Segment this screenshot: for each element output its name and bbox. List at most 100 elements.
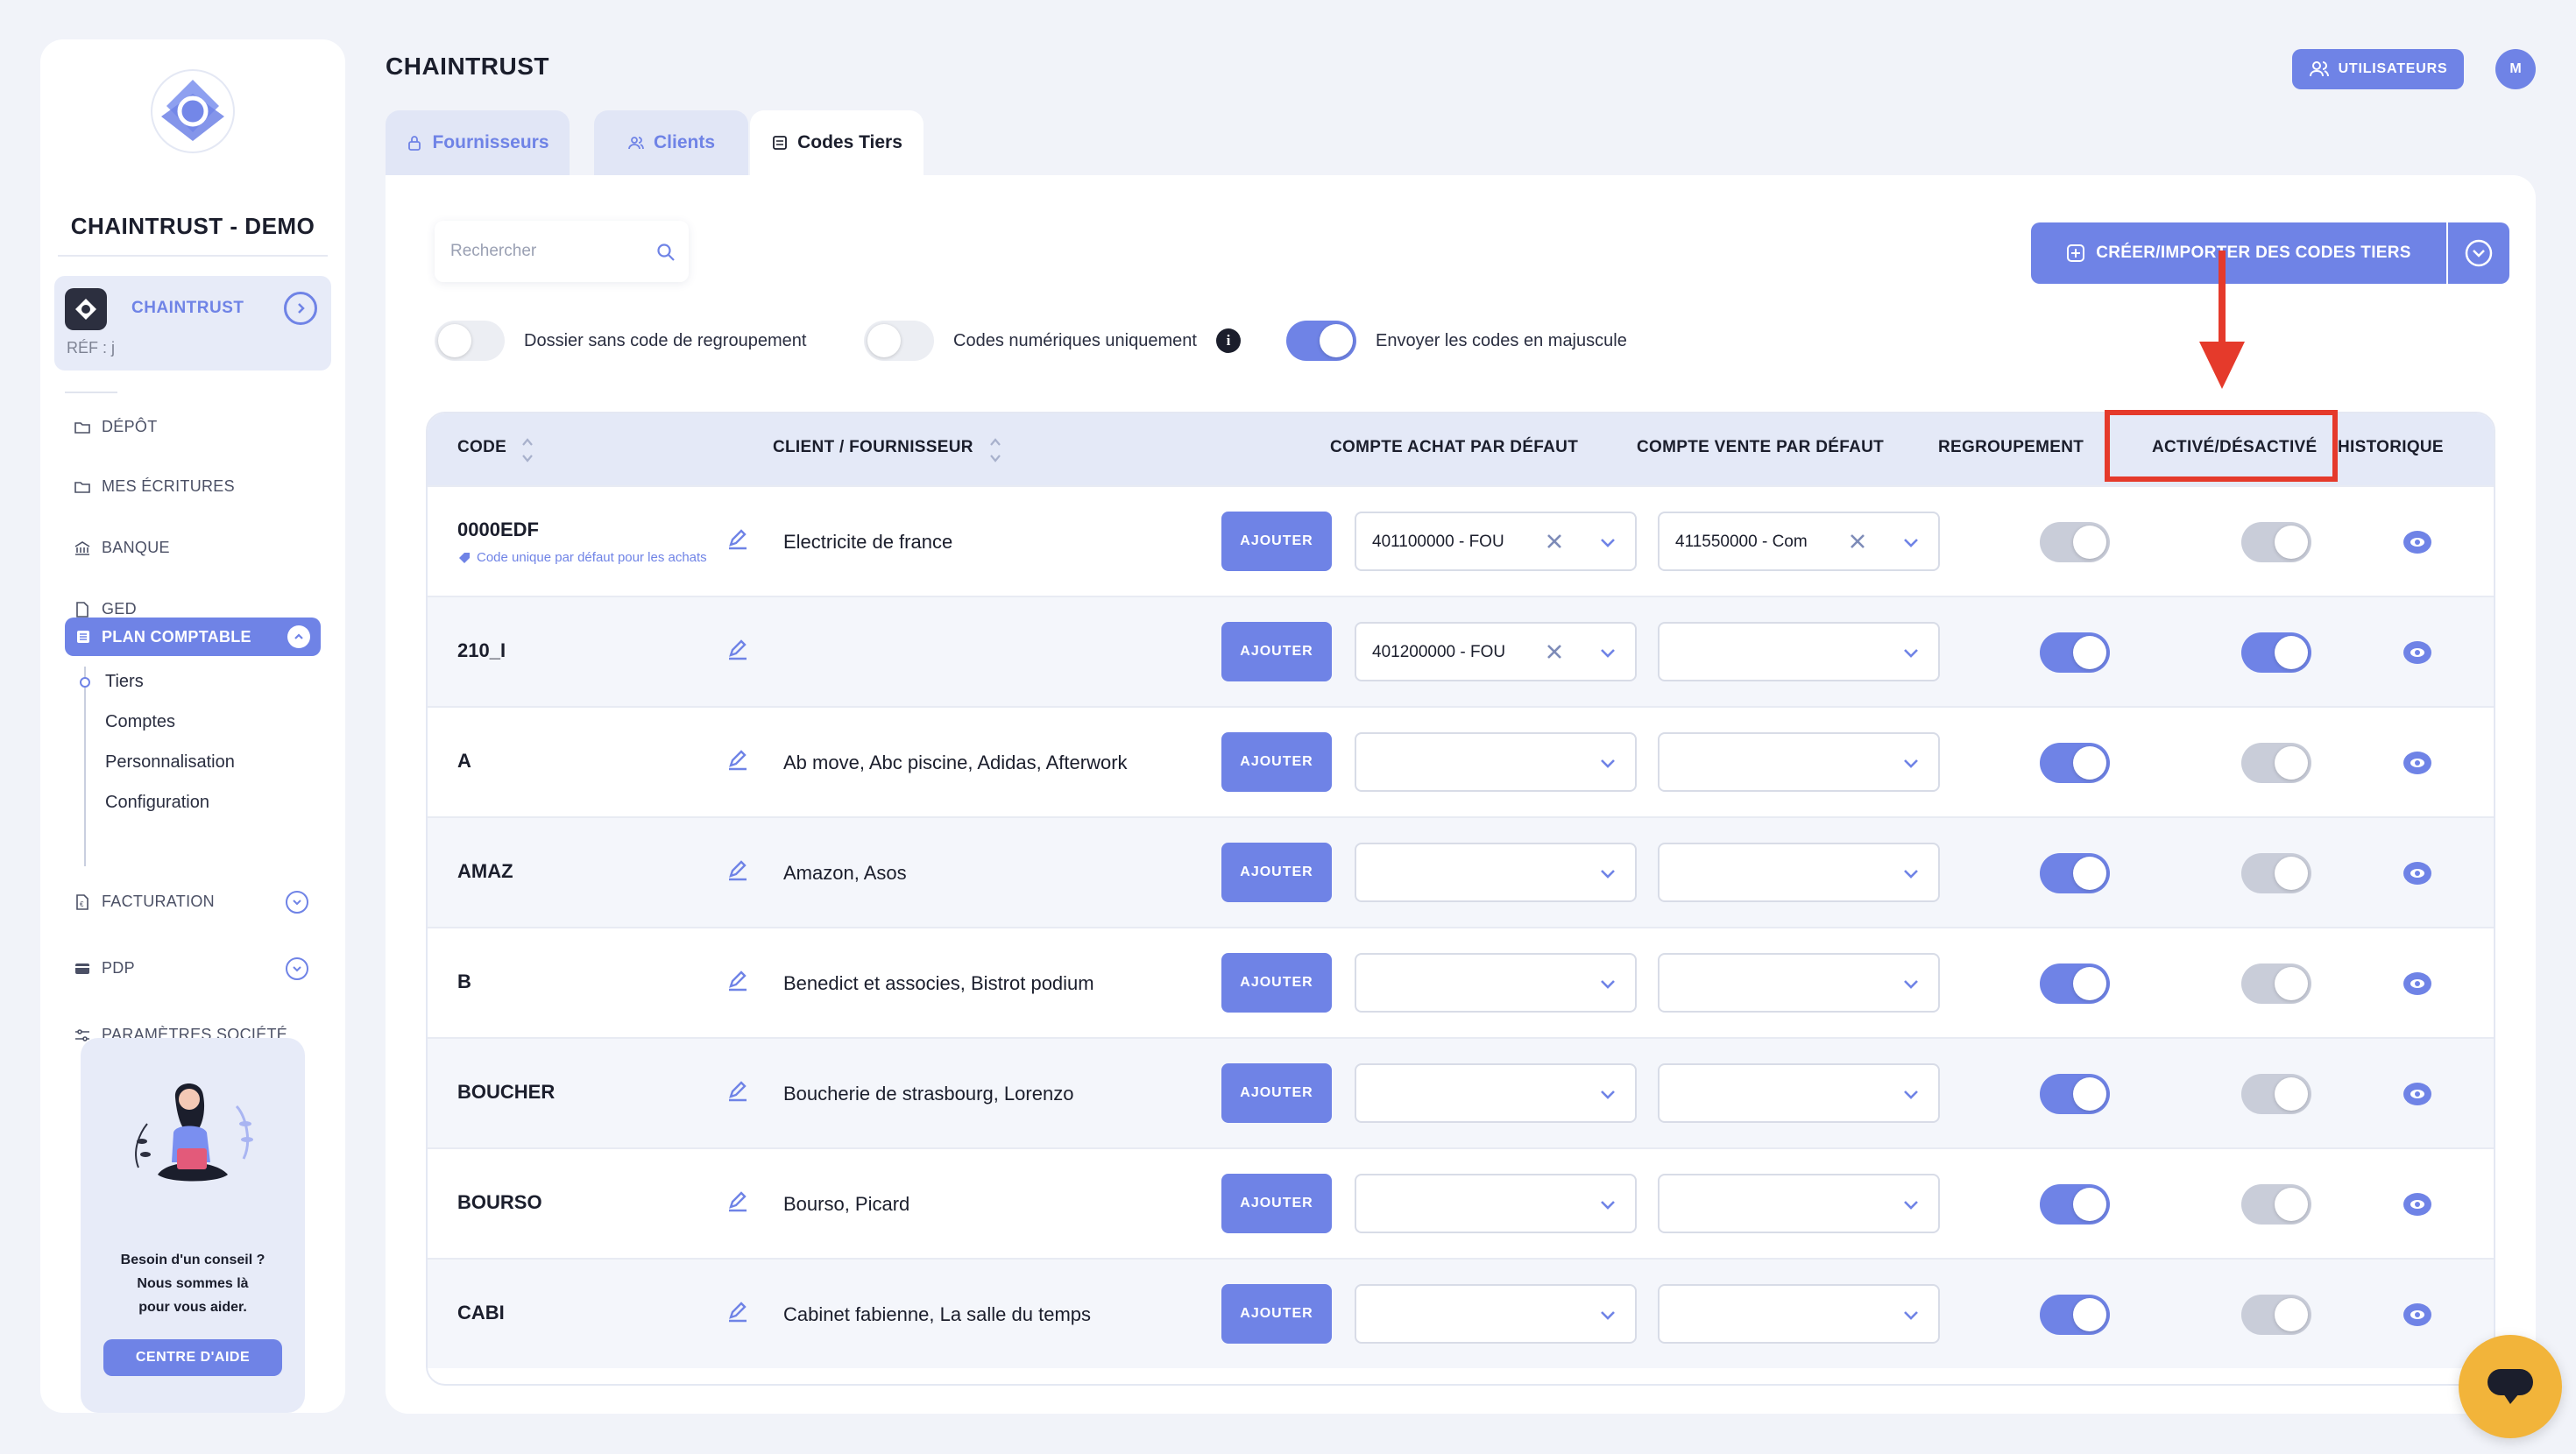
column-client[interactable]: CLIENT / FOURNISSEUR	[773, 438, 973, 457]
active-toggle[interactable]	[2241, 1295, 2311, 1335]
subnav-tiers[interactable]: Tiers	[105, 672, 144, 692]
active-toggle[interactable]	[2241, 632, 2311, 673]
clear-icon[interactable]	[1544, 641, 1565, 662]
compte-vente-select[interactable]: 411550000 - Com	[1658, 512, 1940, 571]
edit-icon[interactable]	[725, 1079, 750, 1104]
nav-plan-comptable[interactable]: PLAN COMPTABLE	[65, 618, 321, 656]
compte-achat-select[interactable]: 401200000 - FOU	[1355, 622, 1637, 681]
eye-icon[interactable]	[2403, 750, 2432, 776]
tab-clients[interactable]: Clients	[594, 110, 748, 175]
tab-fournisseurs[interactable]: Fournisseurs	[386, 110, 570, 175]
compte-achat-select[interactable]	[1355, 953, 1637, 1013]
regroupement-toggle[interactable]	[2040, 743, 2110, 783]
eye-icon[interactable]	[2403, 639, 2432, 666]
edit-icon[interactable]	[725, 748, 750, 773]
chevron-down-icon[interactable]	[1598, 1305, 1617, 1324]
chevron-down-icon[interactable]	[1901, 753, 1921, 773]
chevron-down-icon[interactable]	[1901, 1084, 1921, 1104]
nav-pdp[interactable]: PDP	[74, 959, 135, 978]
chat-button[interactable]	[2459, 1335, 2562, 1438]
add-button[interactable]: AJOUTER	[1221, 953, 1332, 1013]
compte-vente-select[interactable]	[1658, 622, 1940, 681]
eye-icon[interactable]	[2403, 529, 2432, 555]
add-button[interactable]: AJOUTER	[1221, 1284, 1332, 1344]
nav-ged[interactable]: GED	[74, 600, 137, 618]
compte-vente-select[interactable]	[1658, 843, 1940, 902]
column-code[interactable]: CODE	[457, 438, 506, 457]
search-input[interactable]	[450, 238, 643, 265]
compte-vente-select[interactable]	[1658, 1063, 1940, 1123]
search-icon[interactable]	[655, 242, 676, 263]
edit-icon[interactable]	[725, 858, 750, 883]
toggle-switch[interactable]	[864, 321, 934, 361]
create-import-button[interactable]: CRÉER/IMPORTER DES CODES TIERS	[2031, 222, 2446, 284]
eye-icon[interactable]	[2403, 1302, 2432, 1328]
edit-icon[interactable]	[725, 527, 750, 552]
chevron-down-icon[interactable]	[1901, 643, 1921, 662]
subnav-comptes[interactable]: Comptes	[105, 712, 175, 732]
add-button[interactable]: AJOUTER	[1221, 1174, 1332, 1233]
active-toggle[interactable]	[2241, 963, 2311, 1004]
active-toggle[interactable]	[2241, 522, 2311, 562]
toggle-switch[interactable]	[1286, 321, 1356, 361]
chevron-down-icon[interactable]	[1901, 533, 1921, 552]
users-button[interactable]: UTILISATEURS	[2292, 49, 2464, 89]
sort-icon[interactable]	[988, 427, 1002, 471]
compte-achat-select[interactable]: 401100000 - FOU	[1355, 512, 1637, 571]
eye-icon[interactable]	[2403, 860, 2432, 886]
edit-icon[interactable]	[725, 1300, 750, 1324]
active-toggle[interactable]	[2241, 1184, 2311, 1225]
eye-icon[interactable]	[2403, 1191, 2432, 1218]
chevron-up-icon[interactable]	[287, 625, 310, 648]
chevron-right-icon[interactable]	[284, 292, 317, 325]
nav-mes-ecritures[interactable]: MES ÉCRITURES	[74, 477, 235, 496]
eye-icon[interactable]	[2403, 1081, 2432, 1107]
regroupement-toggle[interactable]	[2040, 1074, 2110, 1114]
eye-icon[interactable]	[2403, 971, 2432, 997]
sort-icon[interactable]	[520, 427, 534, 471]
compte-vente-select[interactable]	[1658, 953, 1940, 1013]
chevron-down-icon[interactable]	[1598, 1195, 1617, 1214]
chevron-down-icon[interactable]	[286, 957, 308, 980]
regroupement-toggle[interactable]	[2040, 1295, 2110, 1335]
active-toggle[interactable]	[2241, 853, 2311, 893]
client-selector[interactable]: CHAINTRUST RÉF : j	[54, 276, 331, 371]
regroupement-toggle[interactable]	[2040, 522, 2110, 562]
active-toggle[interactable]	[2241, 743, 2311, 783]
chevron-down-icon[interactable]	[1598, 533, 1617, 552]
chevron-down-icon[interactable]	[1598, 1084, 1617, 1104]
compte-achat-select[interactable]	[1355, 1174, 1637, 1233]
add-button[interactable]: AJOUTER	[1221, 512, 1332, 571]
active-toggle[interactable]	[2241, 1074, 2311, 1114]
chevron-down-icon[interactable]	[1901, 1305, 1921, 1324]
create-dropdown-button[interactable]	[2448, 222, 2509, 284]
compte-vente-select[interactable]	[1658, 732, 1940, 792]
edit-icon[interactable]	[725, 1189, 750, 1214]
subnav-configuration[interactable]: Configuration	[105, 793, 209, 813]
add-button[interactable]: AJOUTER	[1221, 622, 1332, 681]
chevron-down-icon[interactable]	[286, 891, 308, 914]
add-button[interactable]: AJOUTER	[1221, 843, 1332, 902]
help-center-button[interactable]: CENTRE D'AIDE	[103, 1339, 282, 1376]
nav-banque[interactable]: BANQUE	[74, 539, 170, 557]
compte-achat-select[interactable]	[1355, 732, 1637, 792]
compte-achat-select[interactable]	[1355, 843, 1637, 902]
regroupement-toggle[interactable]	[2040, 632, 2110, 673]
chevron-down-icon[interactable]	[1598, 643, 1617, 662]
compte-vente-select[interactable]	[1658, 1284, 1940, 1344]
chevron-down-icon[interactable]	[1901, 974, 1921, 993]
subnav-personnalisation[interactable]: Personnalisation	[105, 752, 235, 773]
chevron-down-icon[interactable]	[1598, 864, 1617, 883]
add-button[interactable]: AJOUTER	[1221, 1063, 1332, 1123]
edit-icon[interactable]	[725, 969, 750, 993]
regroupement-toggle[interactable]	[2040, 1184, 2110, 1225]
chevron-down-icon[interactable]	[1598, 974, 1617, 993]
edit-icon[interactable]	[725, 638, 750, 662]
search-box[interactable]	[435, 221, 689, 282]
compte-achat-select[interactable]	[1355, 1063, 1637, 1123]
clear-icon[interactable]	[1847, 531, 1868, 552]
info-icon[interactable]: i	[1215, 328, 1241, 353]
nav-depot[interactable]: DÉPÔT	[74, 418, 158, 436]
regroupement-toggle[interactable]	[2040, 963, 2110, 1004]
chevron-down-icon[interactable]	[1901, 1195, 1921, 1214]
